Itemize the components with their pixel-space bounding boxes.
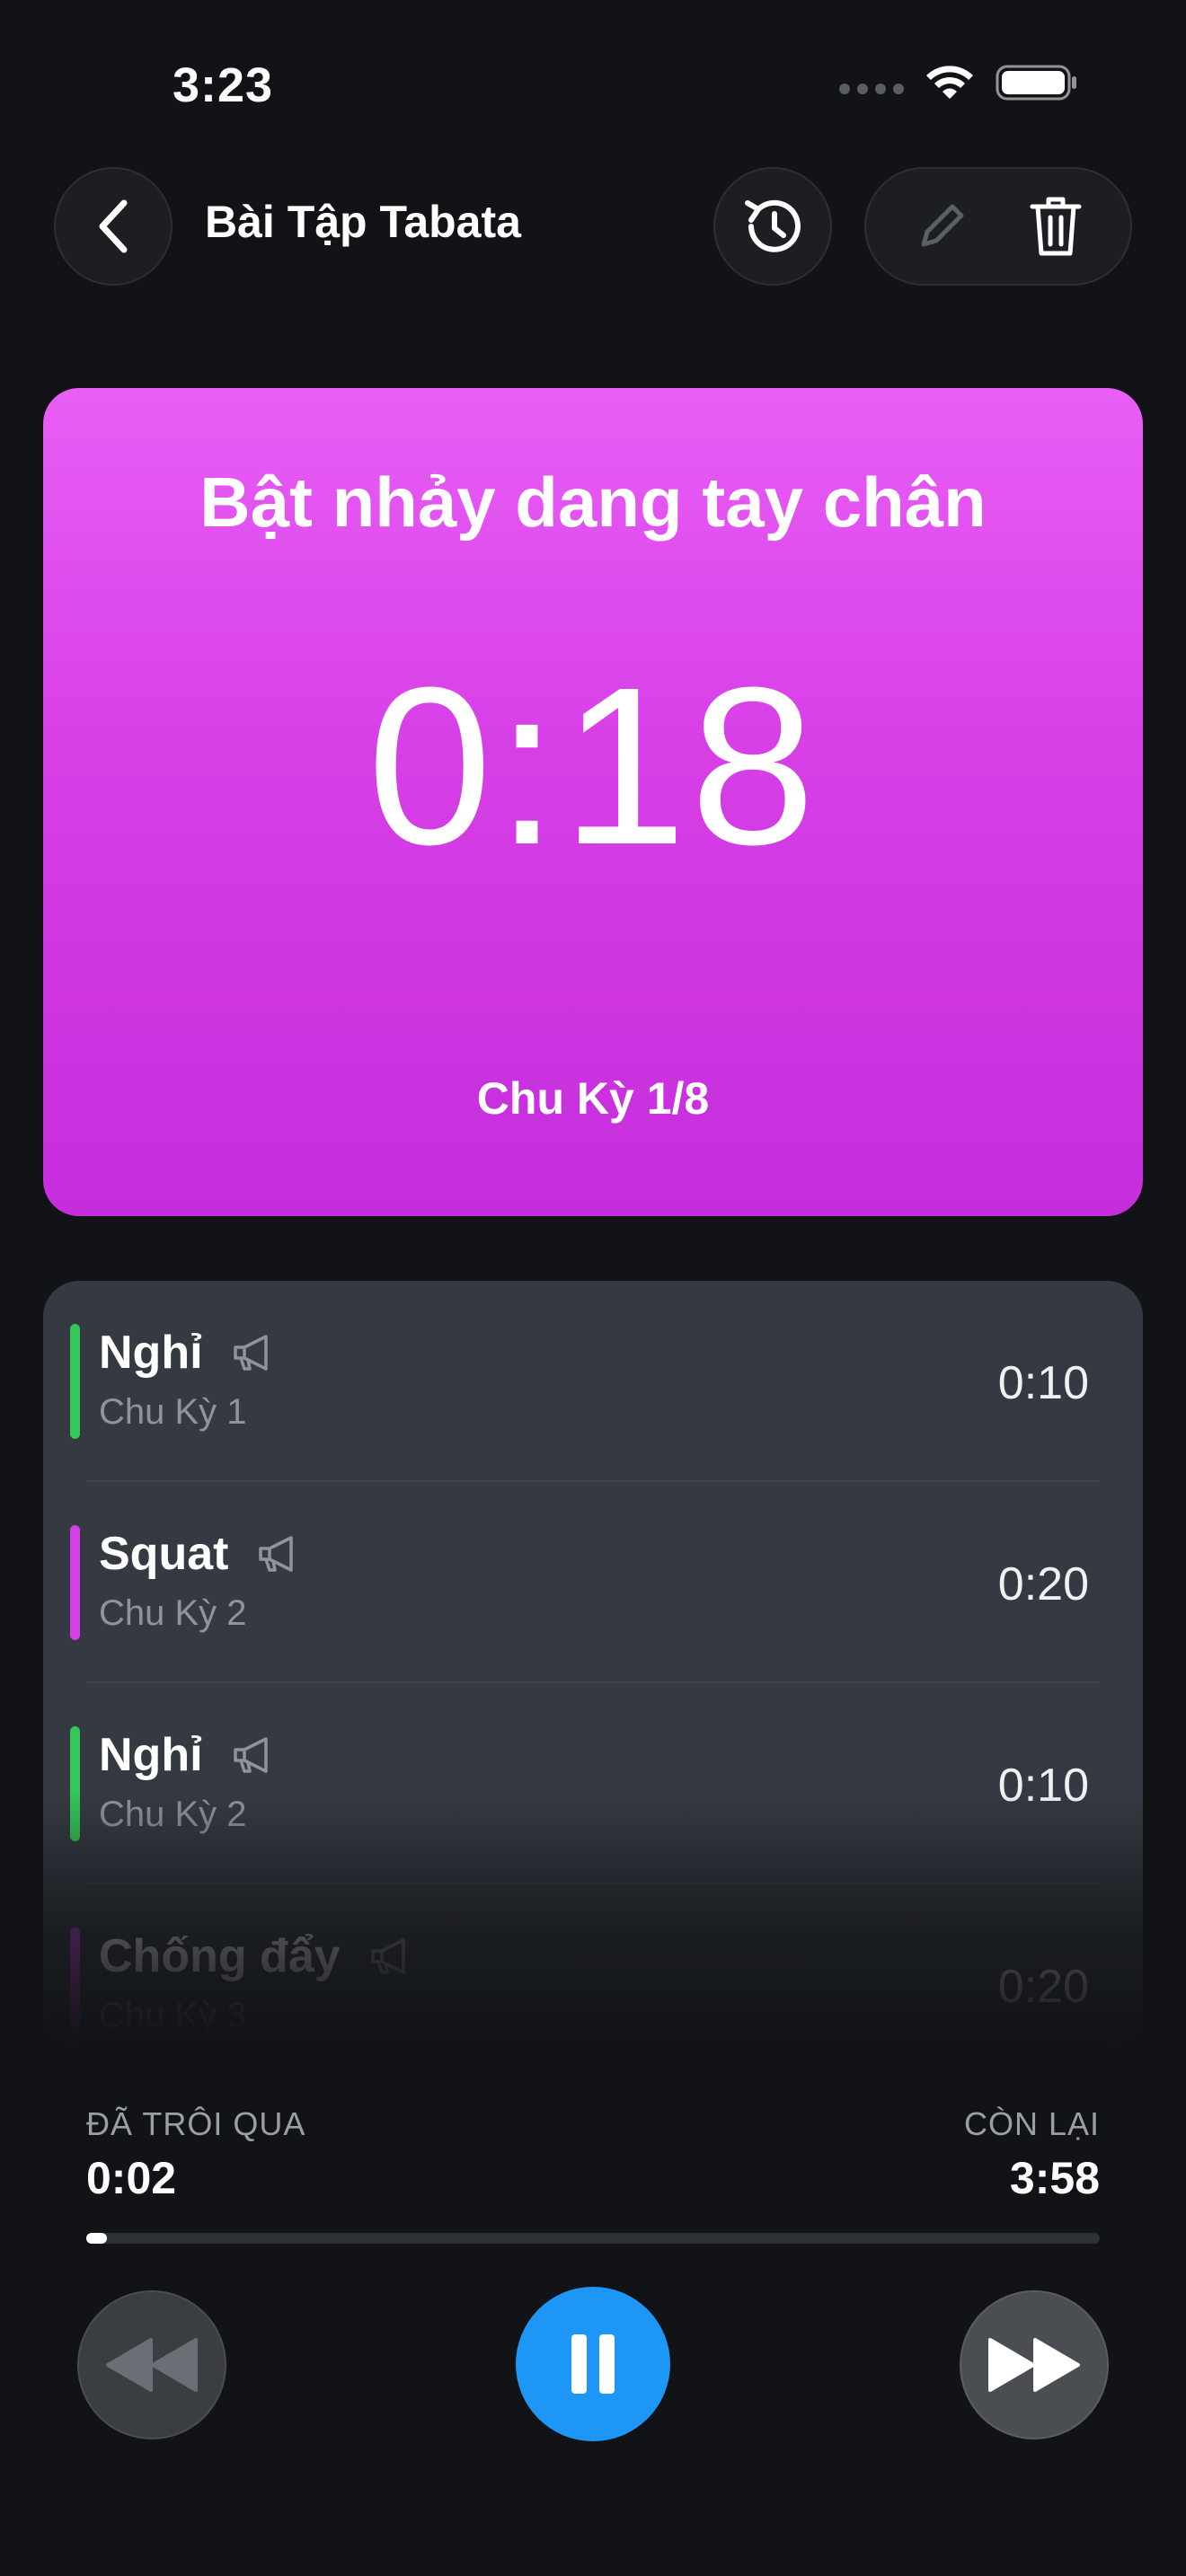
megaphone-icon: [259, 1536, 294, 1572]
megaphone-icon: [233, 1737, 268, 1773]
item-name: Squat: [99, 1528, 229, 1580]
pause-button[interactable]: [516, 2287, 670, 2441]
type-indicator: [70, 1928, 80, 2042]
item-cycle: Chu Kỳ 3: [99, 1996, 247, 2035]
progress-fill: [86, 2233, 107, 2244]
wifi-icon: [926, 66, 973, 99]
fast-forward-icon: [988, 2338, 1080, 2392]
item-name: Chống đẩy: [99, 1930, 341, 1982]
history-button[interactable]: [713, 167, 832, 286]
remaining-value: 3:58: [1009, 2153, 1100, 2203]
item-name-row: Nghỉ: [99, 1326, 275, 1380]
back-button[interactable]: [54, 167, 173, 286]
upcoming-list[interactable]: Nghỉ Chu Kỳ 1 0:10 Squat Chu Kỳ 2 0:20 N…: [43, 1281, 1143, 2044]
list-item[interactable]: Chống đẩy Chu Kỳ 3 0:20: [43, 1884, 1143, 2044]
item-name-row: Chống đẩy: [99, 1929, 412, 1983]
item-name-row: Squat: [99, 1527, 300, 1581]
item-name: Nghỉ: [99, 1327, 203, 1379]
page-title: Bài Tập Tabata: [205, 197, 521, 247]
elapsed-label: ĐÃ TRÔI QUA: [86, 2105, 306, 2142]
item-duration: 0:10: [997, 1357, 1089, 1409]
item-name-row: Nghỉ: [99, 1728, 275, 1782]
countdown-timer: 0:18: [367, 640, 819, 891]
edit-delete-group: [864, 167, 1132, 286]
history-icon: [745, 199, 801, 252]
list-item[interactable]: Nghỉ Chu Kỳ 2 0:10: [43, 1683, 1143, 1884]
megaphone-icon: [370, 1938, 405, 1974]
battery-icon: [996, 65, 1076, 101]
pencil-icon[interactable]: [913, 198, 970, 255]
fast-forward-button[interactable]: [960, 2290, 1109, 2439]
current-cycle: Chu Kỳ 1/8: [476, 1073, 710, 1124]
item-cycle: Chu Kỳ 2: [99, 1593, 247, 1633]
list-item[interactable]: Squat Chu Kỳ 2 0:20: [43, 1482, 1143, 1683]
rewind-icon: [106, 2338, 198, 2392]
workout-screen: 3:23 Bài Tập Tabata Bật nhảy dang tay ch…: [0, 0, 1186, 2576]
cellular-signal-icon: [839, 84, 904, 94]
type-indicator: [70, 1324, 80, 1439]
item-duration: 0:10: [997, 1760, 1089, 1812]
item-duration: 0:20: [997, 1558, 1089, 1610]
trash-icon[interactable]: [1027, 194, 1084, 259]
item-duration: 0:20: [997, 1961, 1089, 2013]
megaphone-icon: [233, 1335, 268, 1371]
elapsed-value: 0:02: [86, 2153, 177, 2203]
rewind-button[interactable]: [77, 2290, 226, 2439]
remaining-label: CÒN LẠI: [963, 2105, 1100, 2142]
status-icons: [839, 63, 1078, 102]
item-name: Nghỉ: [99, 1729, 203, 1781]
progress-track[interactable]: [86, 2233, 1100, 2244]
current-exercise-name: Bật nhảy dang tay chân: [199, 463, 987, 542]
chevron-left-icon: [99, 199, 128, 253]
type-indicator: [70, 1726, 80, 1841]
pause-icon: [571, 2334, 615, 2394]
list-item[interactable]: Nghỉ Chu Kỳ 1 0:10: [43, 1281, 1143, 1482]
type-indicator: [70, 1525, 80, 1640]
status-time: 3:23: [173, 58, 274, 112]
item-cycle: Chu Kỳ 2: [99, 1795, 247, 1834]
item-cycle: Chu Kỳ 1: [99, 1392, 247, 1432]
current-exercise-card: Bật nhảy dang tay chân 0:18 Chu Kỳ 1/8: [43, 388, 1143, 1216]
